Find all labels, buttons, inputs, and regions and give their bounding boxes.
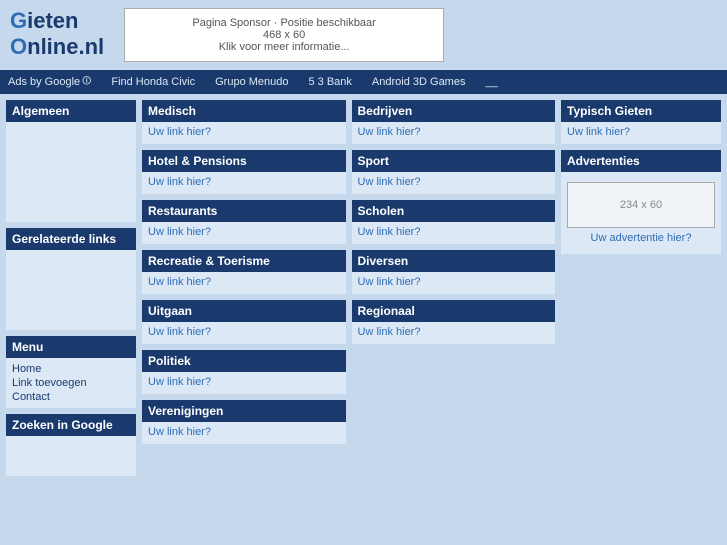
cat-verenigingen-header: Verenigingen <box>142 400 346 422</box>
sidebar-menu-contact[interactable]: Contact <box>12 390 130 404</box>
cat-diversen-body: Uw link hier? <box>352 272 556 294</box>
cat-restaurants: Restaurants Uw link hier? <box>142 200 346 244</box>
sidebar-algemeen-header: Algemeen <box>6 100 136 122</box>
sidebar-menu-header: Menu <box>6 336 136 358</box>
cat-sport-header: Sport <box>352 150 556 172</box>
logo-line1-rest: ieten <box>27 8 78 33</box>
adbar-link-2[interactable]: Grupo Menudo <box>215 76 288 88</box>
adbar-link-1[interactable]: Find Honda Civic <box>111 76 195 88</box>
cat-verenigingen: Verenigingen Uw link hier? <box>142 400 346 444</box>
cat-hotel-link[interactable]: Uw link hier? <box>148 176 211 188</box>
cat-bedrijven: Bedrijven Uw link hier? <box>352 100 556 144</box>
cat-restaurants-link[interactable]: Uw link hier? <box>148 226 211 238</box>
cat-verenigingen-link[interactable]: Uw link hier? <box>148 426 211 438</box>
cat-sport: Sport Uw link hier? <box>352 150 556 194</box>
typisch-gieten-section: Typisch Gieten Uw link hier? <box>561 100 721 144</box>
cat-medisch-link[interactable]: Uw link hier? <box>148 126 211 138</box>
cat-hotel-header: Hotel & Pensions <box>142 150 346 172</box>
cat-politiek-header: Politiek <box>142 350 346 372</box>
cat-sport-body: Uw link hier? <box>352 172 556 194</box>
cat-diversen-link[interactable]: Uw link hier? <box>358 276 421 288</box>
cat-hotel: Hotel & Pensions Uw link hier? <box>142 150 346 194</box>
ad-bar: Ads by Google 🛈 Find Honda Civic Grupo M… <box>0 70 727 94</box>
sidebar-menu-body: Home Link toevoegen Contact <box>6 358 136 408</box>
category-col-1: Medisch Uw link hier? Hotel & Pensions U… <box>142 100 346 476</box>
sidebar-zoeken-body <box>6 436 136 476</box>
cat-medisch-header: Medisch <box>142 100 346 122</box>
cat-uitgaan-header: Uitgaan <box>142 300 346 322</box>
sidebar-menu: Menu Home Link toevoegen Contact <box>6 336 136 408</box>
logo-g2: O <box>10 34 27 59</box>
cat-sport-link[interactable]: Uw link hier? <box>358 176 421 188</box>
advertenties-section: Advertenties 234 x 60 Uw advertentie hie… <box>561 150 721 254</box>
cat-recreatie-link[interactable]: Uw link hier? <box>148 276 211 288</box>
adbar-icon: 🛈 <box>82 74 91 90</box>
cat-scholen-header: Scholen <box>352 200 556 222</box>
sponsor-line2: 468 x 60 <box>145 29 423 41</box>
ad-size: 234 x 60 <box>567 182 715 228</box>
cat-bedrijven-link[interactable]: Uw link hier? <box>358 126 421 138</box>
sidebar-gerelateerde-header: Gerelateerde links <box>6 228 136 250</box>
logo-line2-rest: nline.nl <box>27 34 104 59</box>
cat-verenigingen-body: Uw link hier? <box>142 422 346 444</box>
ad-box: 234 x 60 Uw advertentie hier? <box>561 172 721 254</box>
cat-regionaal-link[interactable]: Uw link hier? <box>358 326 421 338</box>
sidebar-gerelateerde: Gerelateerde links <box>6 228 136 330</box>
typisch-gieten-header: Typisch Gieten <box>561 100 721 122</box>
sidebar-menu-link-toevoegen[interactable]: Link toevoegen <box>12 376 130 390</box>
cat-politiek: Politiek Uw link hier? <box>142 350 346 394</box>
adbar-link-5: __ <box>485 76 497 88</box>
cat-bedrijven-header: Bedrijven <box>352 100 556 122</box>
cat-bedrijven-body: Uw link hier? <box>352 122 556 144</box>
cat-politiek-link[interactable]: Uw link hier? <box>148 376 211 388</box>
sponsor-line1: Pagina Sponsor · Positie beschikbaar <box>145 17 423 29</box>
site-logo: Gieten Online.nl <box>10 8 104 61</box>
ads-by-google: Ads by Google 🛈 <box>8 74 91 90</box>
cat-diversen: Diversen Uw link hier? <box>352 250 556 294</box>
cat-politiek-body: Uw link hier? <box>142 372 346 394</box>
cat-scholen-link[interactable]: Uw link hier? <box>358 226 421 238</box>
cat-regionaal: Regionaal Uw link hier? <box>352 300 556 344</box>
sidebar-zoeken: Zoeken in Google <box>6 414 136 476</box>
adbar-link-4[interactable]: Android 3D Games <box>372 76 466 88</box>
cat-uitgaan: Uitgaan Uw link hier? <box>142 300 346 344</box>
adbar-link-3[interactable]: 5 3 Bank <box>309 76 352 88</box>
cat-recreatie: Recreatie & Toerisme Uw link hier? <box>142 250 346 294</box>
cat-regionaal-header: Regionaal <box>352 300 556 322</box>
cat-uitgaan-link[interactable]: Uw link hier? <box>148 326 211 338</box>
sidebar-menu-home[interactable]: Home <box>12 362 130 376</box>
sponsor-box[interactable]: Pagina Sponsor · Positie beschikbaar 468… <box>124 8 444 62</box>
sidebar-zoeken-header: Zoeken in Google <box>6 414 136 436</box>
advertenties-header: Advertenties <box>561 150 721 172</box>
sponsor-line3: Klik voor meer informatie... <box>145 41 423 53</box>
center-content: Medisch Uw link hier? Hotel & Pensions U… <box>142 100 555 476</box>
logo-g1: G <box>10 8 27 33</box>
typisch-gieten-link[interactable]: Uw link hier? <box>567 126 630 138</box>
typisch-gieten-body: Uw link hier? <box>561 122 721 144</box>
cat-medisch: Medisch Uw link hier? <box>142 100 346 144</box>
sidebar-algemeen-body <box>6 122 136 222</box>
cat-recreatie-body: Uw link hier? <box>142 272 346 294</box>
cat-medisch-body: Uw link hier? <box>142 122 346 144</box>
cat-uitgaan-body: Uw link hier? <box>142 322 346 344</box>
category-col-2: Bedrijven Uw link hier? Sport Uw link hi… <box>352 100 556 476</box>
cat-diversen-header: Diversen <box>352 250 556 272</box>
cat-restaurants-header: Restaurants <box>142 200 346 222</box>
ad-link-text[interactable]: Uw advertentie hier? <box>567 232 715 244</box>
right-sidebar: Typisch Gieten Uw link hier? Advertentie… <box>561 100 721 476</box>
left-sidebar: Algemeen Gerelateerde links Menu Home Li… <box>6 100 136 476</box>
cat-regionaal-body: Uw link hier? <box>352 322 556 344</box>
cat-scholen: Scholen Uw link hier? <box>352 200 556 244</box>
cat-recreatie-header: Recreatie & Toerisme <box>142 250 346 272</box>
cat-scholen-body: Uw link hier? <box>352 222 556 244</box>
cat-restaurants-body: Uw link hier? <box>142 222 346 244</box>
cat-hotel-body: Uw link hier? <box>142 172 346 194</box>
sidebar-gerelateerde-body <box>6 250 136 330</box>
sidebar-algemeen: Algemeen <box>6 100 136 222</box>
